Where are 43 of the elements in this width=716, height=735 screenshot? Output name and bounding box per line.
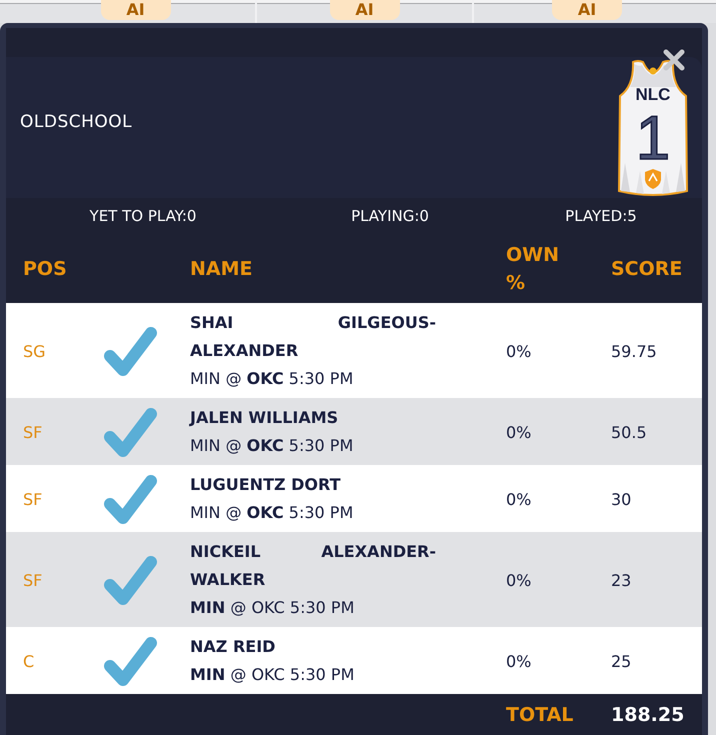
- position-cell: SG: [23, 342, 46, 360]
- score-cell: 30: [611, 490, 632, 508]
- jersey-number: 1: [636, 104, 670, 172]
- ownership-cell: 0%: [506, 490, 532, 508]
- ownership-cell: 0%: [506, 570, 532, 590]
- position-cell: SF: [23, 490, 42, 508]
- lineup-title: OLDSCHOOL: [20, 112, 132, 132]
- shield-icon: [645, 168, 661, 188]
- emblem-icon: [650, 67, 656, 74]
- ai-button[interactable]: AI: [552, 0, 622, 20]
- jersey-lettering: NLC: [636, 84, 670, 104]
- total-label: TOTAL: [506, 704, 574, 726]
- score-cell: 59.75: [611, 342, 657, 360]
- total-value: 188.25: [611, 704, 684, 726]
- player-name: SHAI GILGEOUS-ALEXANDER: [190, 312, 436, 362]
- player-name: NICKEIL ALEXANDER-WALKER: [190, 541, 436, 591]
- ownership-cell: 0%: [506, 652, 532, 670]
- game-info: MIN @ OKC 5:30 PM: [190, 597, 354, 619]
- game-info: MIN @ OKC 5:30 PM: [190, 368, 354, 390]
- player-name: NAZ REID: [190, 636, 276, 658]
- position-cell: SF: [23, 570, 42, 590]
- player-name: JALEN WILLIAMS: [190, 407, 338, 429]
- position-cell: SF: [23, 422, 42, 442]
- game-info: MIN @ OKC 5:30 PM: [190, 502, 354, 524]
- score-cell: 50.5: [611, 422, 647, 442]
- column-header: NAME: [190, 256, 252, 282]
- column-header: OWN %: [506, 242, 560, 296]
- score-cell: 25: [611, 652, 632, 670]
- player-name: LUGUENTZ DORT: [190, 474, 341, 496]
- position-cell: C: [23, 652, 34, 670]
- status-count: PLAYED:5: [565, 207, 637, 225]
- column-header: SCORE: [611, 256, 682, 282]
- score-cell: 23: [611, 570, 632, 590]
- status-count: YET TO PLAY:0: [90, 207, 196, 225]
- ai-button[interactable]: AI: [100, 0, 170, 20]
- game-info: MIN @ OKC 5:30 PM: [190, 664, 354, 686]
- ai-button[interactable]: AI: [330, 0, 400, 20]
- column-header: POS: [23, 256, 67, 282]
- close-icon[interactable]: [662, 48, 686, 72]
- ownership-cell: 0%: [506, 342, 532, 360]
- status-count: PLAYING:0: [351, 207, 429, 225]
- ownership-cell: 0%: [506, 422, 532, 442]
- game-info: MIN @ OKC 5:30 PM: [190, 435, 354, 457]
